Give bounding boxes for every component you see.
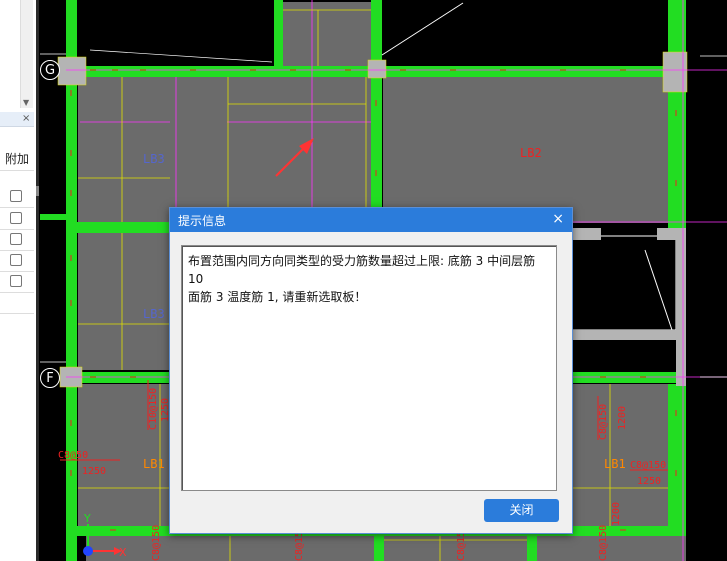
dialog-close-icon[interactable]: × bbox=[552, 211, 564, 227]
divider bbox=[0, 229, 34, 230]
divider bbox=[0, 271, 34, 272]
attach-column-header: 附加 bbox=[5, 152, 30, 166]
close-button[interactable]: 关闭 bbox=[484, 499, 559, 522]
slab-label-lb3-a: LB3 bbox=[143, 152, 165, 166]
panel-scrollbar[interactable] bbox=[20, 0, 33, 108]
axis-x-label: X bbox=[119, 546, 127, 559]
rebar-label: C8@150 bbox=[151, 525, 162, 561]
grid-axis-f: F bbox=[40, 368, 60, 388]
rebar-label: 1250 bbox=[82, 466, 106, 477]
slab-label-lb3-b: LB3 bbox=[143, 307, 165, 321]
opening-frame bbox=[571, 228, 686, 386]
slab-label-lb1-a: LB1 bbox=[143, 457, 165, 471]
rebar-label: 1250 bbox=[637, 476, 661, 487]
splitter-grip[interactable] bbox=[36, 186, 39, 196]
divider bbox=[0, 170, 34, 171]
divider bbox=[0, 292, 34, 293]
attach-checkbox[interactable] bbox=[10, 275, 22, 287]
panel-close-icon[interactable]: × bbox=[22, 112, 30, 126]
slab-label-lb2: LB2 bbox=[520, 146, 542, 160]
rebar-label: C8@150 bbox=[598, 404, 609, 440]
rebar-label: C8@150 bbox=[598, 525, 609, 561]
rebar-label: C8@50 bbox=[58, 450, 88, 461]
property-panel: ▼ × 附加 bbox=[0, 0, 37, 561]
dialog-title-bar[interactable]: 提示信息 × bbox=[170, 208, 572, 232]
attach-checkbox[interactable] bbox=[10, 233, 22, 245]
divider bbox=[0, 313, 34, 314]
info-dialog: 提示信息 × 布置范围内同方向同类型的受力筋数量超过上限: 底筋 3 中间层筋 … bbox=[169, 207, 573, 534]
attach-checkbox[interactable] bbox=[10, 212, 22, 224]
divider bbox=[0, 207, 34, 208]
dialog-message-box: 布置范围内同方向同类型的受力筋数量超过上限: 底筋 3 中间层筋 10 面筋 3… bbox=[181, 245, 557, 491]
panel-splitter[interactable] bbox=[36, 0, 39, 561]
rebar-label: 1200 bbox=[611, 502, 622, 526]
slab-label-lb1-b: LB1 bbox=[604, 457, 626, 471]
attach-checkbox[interactable] bbox=[10, 190, 22, 202]
dialog-title: 提示信息 bbox=[178, 214, 227, 228]
dialog-message-line-1: 布置范围内同方向同类型的受力筋数量超过上限: 底筋 3 中间层筋 10 bbox=[188, 254, 536, 286]
grid-axis-g: G bbox=[40, 60, 60, 80]
scroll-down-icon[interactable]: ▼ bbox=[23, 98, 29, 107]
attach-checkbox[interactable] bbox=[10, 254, 22, 266]
divider bbox=[0, 250, 34, 251]
rebar-label: 1200 bbox=[617, 406, 628, 430]
rebar-label: C10@150 bbox=[148, 388, 159, 430]
dialog-message-line-2: 面筋 3 温度筋 1, 请重新选取板！ bbox=[188, 290, 367, 304]
rebar-label: C8@150 bbox=[630, 460, 666, 471]
axis-y-label: Y bbox=[83, 512, 91, 525]
